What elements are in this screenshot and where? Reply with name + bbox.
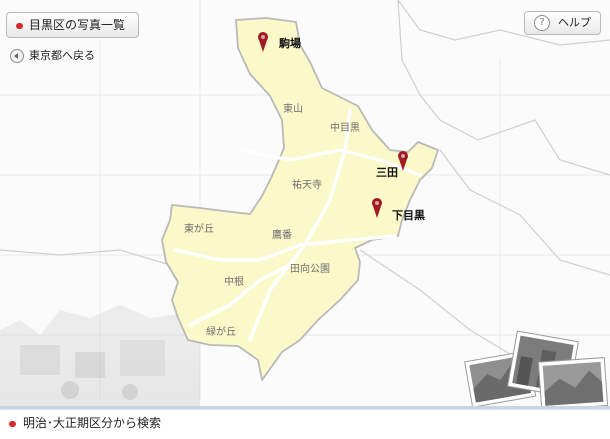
period-search-bar[interactable]: 明治･大正期区分から検索 [0,406,610,439]
back-link-label: 東京都へ戻る [29,49,95,62]
district-map: 東山 中目黒 祐天寺 東が丘 鷹番 中根 田向公園 緑が丘 駒場 三田 下目黒 [0,0,610,411]
question-icon: ? [534,15,550,31]
bullet-icon [9,421,16,427]
ward-title-panel: 目黒区の写真一覧 [6,12,139,38]
area-label[interactable]: 中根 [224,275,244,288]
historic-photo-backdrop [0,300,200,406]
photo-stack [464,330,609,411]
area-label[interactable]: 祐天寺 [292,178,322,191]
back-to-tokyo-link[interactable]: 東京都へ戻る [10,48,95,64]
marker-label: 駒場 [279,36,301,50]
marker-label: 下目黒 [392,209,425,222]
meguro-district[interactable] [161,17,439,381]
area-label[interactable]: 鷹番 [272,228,292,241]
area-label[interactable]: 東が丘 [184,222,214,235]
area-label[interactable]: 東山 [283,102,303,115]
map-page: 東山 中目黒 祐天寺 東が丘 鷹番 中根 田向公園 緑が丘 駒場 三田 下目黒 [0,0,610,439]
area-label[interactable]: 中目黒 [330,121,360,134]
area-label[interactable]: 田向公園 [290,262,330,275]
period-search-label: 明治･大正期区分から検索 [23,416,162,430]
page-title: 目黒区の写真一覧 [29,18,126,32]
marker-label: 三田 [376,166,398,179]
bullet-icon [16,23,23,29]
back-arrow-icon [10,49,24,63]
help-label: ヘルプ [558,16,591,29]
help-button[interactable]: ? ヘルプ [524,11,601,35]
area-label[interactable]: 緑が丘 [206,325,236,338]
